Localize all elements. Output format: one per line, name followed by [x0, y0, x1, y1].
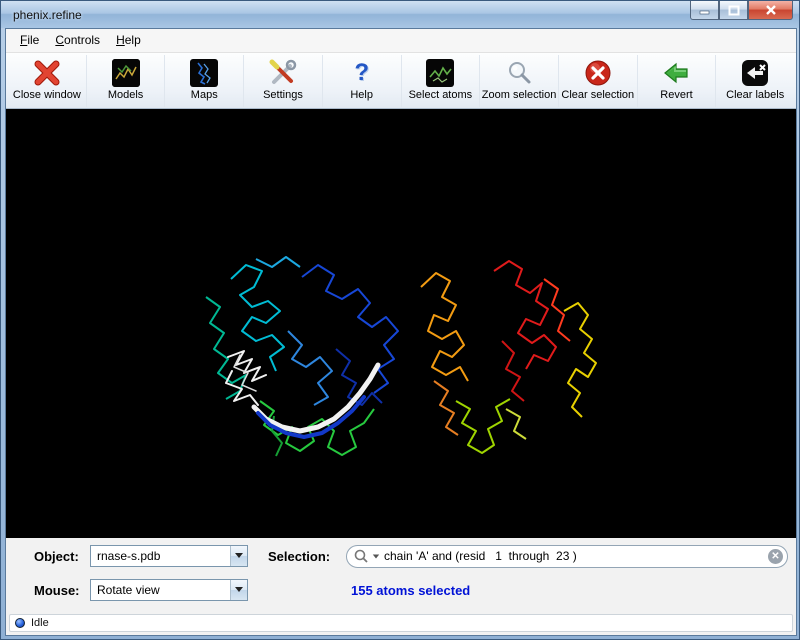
mouse-mode-dropdown[interactable]: Rotate view: [90, 579, 248, 601]
toolbar-maps[interactable]: Maps: [164, 55, 243, 107]
molecule-left: [206, 257, 398, 456]
object-dropdown[interactable]: rnase-s.pdb: [90, 545, 248, 567]
menu-bar: File Controls Help: [6, 29, 796, 53]
status-text: Idle: [31, 617, 49, 629]
client-area: File Controls Help Close window: [5, 28, 797, 636]
toolbar-label: Clear labels: [726, 89, 784, 101]
toolbar-help[interactable]: ? Help: [322, 55, 401, 107]
selection-label: Selection:: [268, 549, 330, 564]
toolbar-label: Help: [350, 89, 373, 101]
window-frame: phenix.refine File Controls Help: [0, 0, 800, 640]
toolbar-label: Select atoms: [409, 89, 473, 101]
toolbar-label: Zoom selection: [482, 89, 557, 101]
caption-buttons: [690, 1, 793, 20]
control-panel: Object: rnase-s.pdb Selection: chain 'A'…: [6, 538, 796, 612]
toolbar-zoom-selection[interactable]: Zoom selection: [479, 55, 558, 107]
menu-file[interactable]: File: [12, 30, 47, 50]
close-icon: [765, 5, 777, 16]
settings-icon: [268, 58, 298, 88]
selection-value: chain 'A' and (resid 1 through 23 ): [384, 549, 768, 563]
toolbar-label: Revert: [660, 89, 692, 101]
search-icon[interactable]: [353, 548, 380, 564]
toolbar-close-window[interactable]: Close window: [8, 55, 86, 107]
atoms-selected-text: 155 atoms selected: [351, 583, 470, 598]
toolbar-models[interactable]: Models: [86, 55, 165, 107]
status-led-icon: [15, 618, 25, 628]
close-x-icon: [32, 58, 62, 88]
toolbar-revert[interactable]: Revert: [637, 55, 716, 107]
chevron-down-icon: [230, 546, 247, 566]
toolbar-label: Settings: [263, 89, 303, 101]
toolbar: Close window Models: [6, 53, 796, 109]
toolbar-settings[interactable]: Settings: [243, 55, 322, 107]
help-icon: ?: [347, 58, 377, 88]
zoom-selection-icon: [504, 58, 534, 88]
revert-icon: [661, 58, 691, 88]
maximize-button[interactable]: [719, 1, 748, 20]
toolbar-clear-selection[interactable]: Clear selection: [558, 55, 637, 107]
minimize-icon: [699, 5, 711, 15]
status-panel: Idle: [9, 614, 793, 632]
toolbar-label: Clear selection: [561, 89, 634, 101]
selection-search-input[interactable]: chain 'A' and (resid 1 through 23 ) ✕: [346, 545, 788, 568]
mouse-label: Mouse:: [34, 583, 80, 598]
models-icon: [111, 58, 141, 88]
molecule-render: [6, 109, 796, 538]
clear-search-icon[interactable]: ✕: [768, 549, 783, 564]
clear-selection-icon: [583, 58, 613, 88]
molecule-right: [421, 261, 596, 453]
minimize-button[interactable]: [690, 1, 719, 20]
maps-icon: [189, 58, 219, 88]
object-label: Object:: [34, 549, 79, 564]
mouse-mode-value: Rotate view: [91, 583, 230, 597]
menu-help[interactable]: Help: [108, 30, 149, 50]
maximize-icon: [728, 5, 740, 16]
toolbar-select-atoms[interactable]: Select atoms: [401, 55, 480, 107]
toolbar-label: Models: [108, 89, 143, 101]
window-title: phenix.refine: [13, 8, 82, 22]
select-atoms-icon: [425, 58, 455, 88]
chevron-down-icon: [230, 580, 247, 600]
toolbar-label: Close window: [13, 89, 81, 101]
clear-labels-icon: [740, 58, 770, 88]
title-bar[interactable]: phenix.refine: [1, 1, 799, 28]
menu-controls[interactable]: Controls: [47, 30, 108, 50]
status-bar: Idle: [6, 611, 796, 635]
toolbar-clear-labels[interactable]: Clear labels: [715, 55, 794, 107]
object-dropdown-value: rnase-s.pdb: [91, 549, 230, 563]
molecule-viewport[interactable]: [6, 109, 796, 538]
toolbar-label: Maps: [191, 89, 218, 101]
close-button[interactable]: [748, 1, 793, 20]
